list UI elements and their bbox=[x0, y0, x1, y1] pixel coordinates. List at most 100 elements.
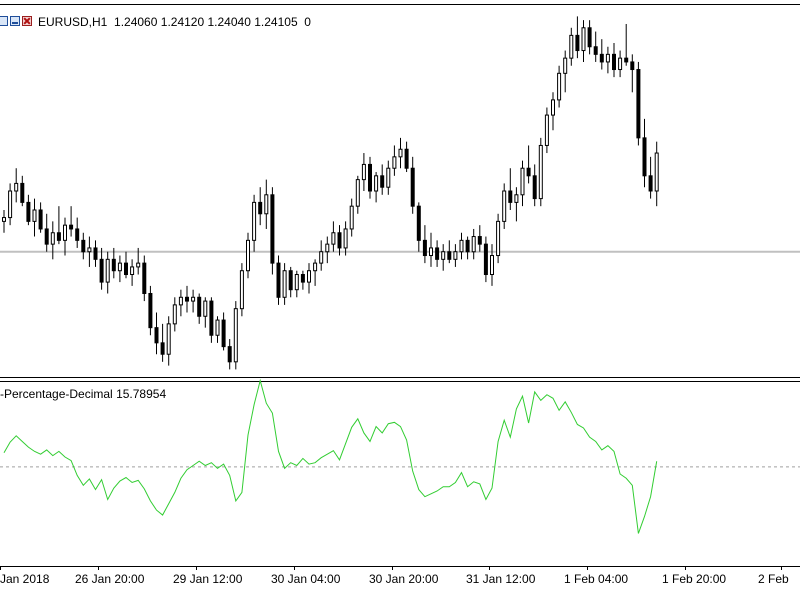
candle[interactable] bbox=[496, 213, 501, 264]
candle[interactable] bbox=[404, 141, 409, 173]
candle[interactable] bbox=[575, 16, 580, 59]
candle[interactable] bbox=[276, 255, 281, 305]
candle[interactable] bbox=[227, 339, 232, 370]
candle[interactable] bbox=[618, 50, 623, 78]
candle[interactable] bbox=[8, 183, 13, 226]
chart-canvas[interactable] bbox=[0, 0, 800, 600]
candle[interactable] bbox=[508, 168, 513, 210]
candle[interactable] bbox=[459, 232, 464, 260]
candle[interactable] bbox=[636, 61, 641, 146]
candle[interactable] bbox=[642, 118, 647, 188]
window-restore-icon[interactable] bbox=[0, 16, 8, 26]
candle[interactable] bbox=[587, 20, 592, 55]
candle[interactable] bbox=[99, 247, 104, 290]
candle[interactable] bbox=[14, 168, 19, 203]
candle[interactable] bbox=[148, 285, 153, 336]
candle[interactable] bbox=[349, 198, 354, 237]
candle[interactable] bbox=[605, 46, 610, 74]
candle[interactable] bbox=[38, 202, 43, 233]
candle[interactable] bbox=[307, 263, 311, 294]
candle[interactable] bbox=[526, 145, 531, 184]
candle[interactable] bbox=[532, 164, 537, 207]
candle[interactable] bbox=[178, 289, 183, 317]
candle[interactable] bbox=[26, 194, 31, 226]
window-close-icon[interactable] bbox=[22, 16, 32, 26]
candle[interactable] bbox=[374, 172, 379, 203]
indicator-panel[interactable] bbox=[0, 378, 800, 534]
candle[interactable] bbox=[630, 54, 635, 93]
candle[interactable] bbox=[185, 285, 189, 313]
candle[interactable] bbox=[142, 255, 147, 302]
candle[interactable] bbox=[282, 263, 287, 305]
candle[interactable] bbox=[50, 221, 55, 260]
candle[interactable] bbox=[246, 232, 250, 279]
candle[interactable] bbox=[325, 236, 330, 264]
candle[interactable] bbox=[483, 236, 488, 283]
candle[interactable] bbox=[160, 323, 165, 362]
window-minimize-icon[interactable] bbox=[10, 16, 20, 26]
candle[interactable] bbox=[416, 202, 421, 252]
candle[interactable] bbox=[447, 240, 452, 264]
candle[interactable] bbox=[191, 289, 196, 313]
candle[interactable] bbox=[538, 137, 543, 207]
candle[interactable] bbox=[203, 297, 208, 328]
candle[interactable] bbox=[471, 228, 476, 260]
candle[interactable] bbox=[258, 187, 263, 226]
candle[interactable] bbox=[63, 217, 67, 256]
candle[interactable] bbox=[56, 206, 61, 245]
candle[interactable] bbox=[624, 23, 629, 66]
candle[interactable] bbox=[429, 232, 433, 267]
candle[interactable] bbox=[172, 297, 177, 332]
candle[interactable] bbox=[368, 156, 372, 199]
candle[interactable] bbox=[490, 244, 494, 286]
candle[interactable] bbox=[20, 175, 25, 207]
candle[interactable] bbox=[32, 198, 37, 237]
candle[interactable] bbox=[221, 312, 226, 351]
candle[interactable] bbox=[233, 301, 238, 370]
candle[interactable] bbox=[422, 225, 427, 264]
candle[interactable] bbox=[105, 251, 110, 294]
candle[interactable] bbox=[209, 297, 214, 343]
candle[interactable] bbox=[239, 263, 244, 317]
candle[interactable] bbox=[154, 312, 159, 355]
candle[interactable] bbox=[581, 20, 586, 62]
candle[interactable] bbox=[319, 240, 324, 271]
candle[interactable] bbox=[270, 187, 275, 275]
candle[interactable] bbox=[465, 236, 470, 260]
candle[interactable] bbox=[612, 42, 616, 78]
candle[interactable] bbox=[654, 141, 659, 207]
candle[interactable] bbox=[386, 160, 391, 195]
candle[interactable] bbox=[252, 194, 257, 252]
candle[interactable] bbox=[380, 164, 385, 195]
indicator-line[interactable] bbox=[3, 378, 658, 534]
candle[interactable] bbox=[648, 156, 653, 199]
candle[interactable] bbox=[81, 232, 86, 260]
candle[interactable] bbox=[477, 225, 482, 252]
candle[interactable] bbox=[563, 50, 568, 93]
candle[interactable] bbox=[69, 206, 74, 237]
candle[interactable] bbox=[2, 209, 6, 233]
candle[interactable] bbox=[124, 251, 128, 279]
candle[interactable] bbox=[593, 31, 598, 62]
candle[interactable] bbox=[264, 179, 269, 229]
candle[interactable] bbox=[197, 293, 202, 324]
candle[interactable] bbox=[294, 270, 299, 298]
candle[interactable] bbox=[117, 255, 122, 283]
candle[interactable] bbox=[313, 259, 318, 286]
candle[interactable] bbox=[166, 316, 171, 366]
candle[interactable] bbox=[361, 153, 366, 191]
candle[interactable] bbox=[75, 217, 80, 248]
candle[interactable] bbox=[87, 236, 92, 267]
candle[interactable] bbox=[130, 259, 135, 286]
candle[interactable] bbox=[44, 213, 49, 252]
candle[interactable] bbox=[331, 221, 336, 252]
candle[interactable] bbox=[300, 270, 305, 290]
candle[interactable] bbox=[435, 240, 440, 267]
candle[interactable] bbox=[355, 175, 360, 214]
candle[interactable] bbox=[215, 316, 220, 343]
candle[interactable] bbox=[502, 183, 507, 229]
candle[interactable] bbox=[551, 92, 555, 131]
candle[interactable] bbox=[398, 137, 403, 169]
price-panel[interactable] bbox=[0, 16, 800, 370]
candle[interactable] bbox=[343, 221, 348, 256]
